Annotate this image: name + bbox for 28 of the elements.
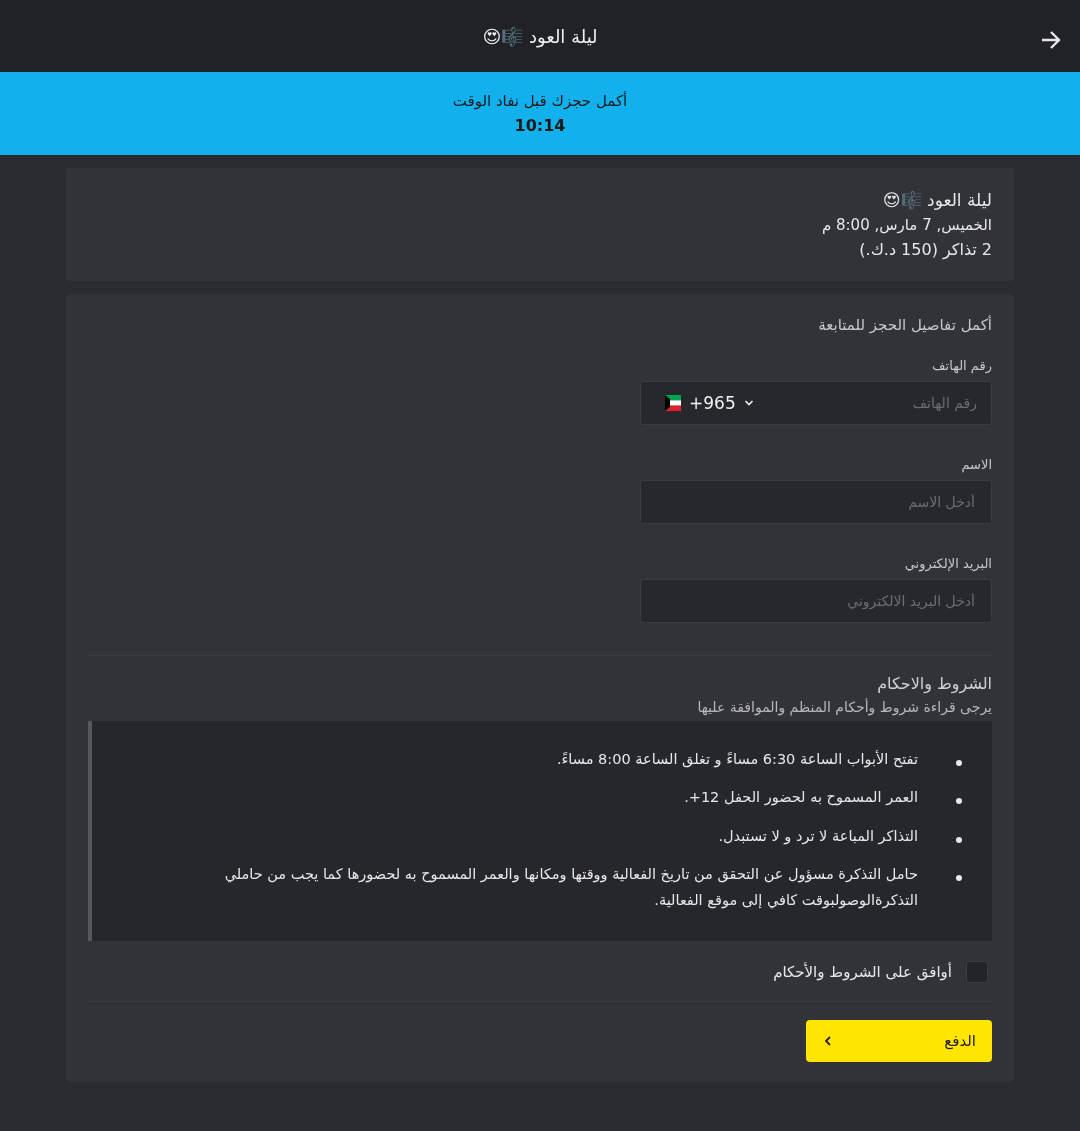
terms-item: العمر المسموح به لحضور الحفل 12+.: [684, 788, 918, 808]
terms-item: حامل التذكرة مسؤول عن التحقق من تاريخ الفعالية ووقتها ومكانها والعمر المسموح به لحضورها كما يجب من حاملي التذكرةالوصولبوقت كافي إلى موقع الفعالية.: [223, 865, 918, 911]
bullet-icon: [956, 798, 962, 805]
caret-icon: [743, 399, 754, 407]
agree-checkbox[interactable]: [966, 961, 988, 983]
field-label: رقم الهاتف: [932, 358, 992, 373]
agree-label: أوافق على الشروط والأحكام: [773, 963, 952, 981]
flag-icon: [665, 395, 681, 411]
bullet-icon: [956, 836, 962, 843]
terms-item: التذاكر المباعة لا ترد و لا تستبدل.: [718, 826, 918, 847]
form-heading: أكمل تفاصيل الحجز للمتابعة: [817, 316, 992, 334]
bullet-icon: [956, 760, 962, 766]
countdown-time: 10:14: [514, 116, 566, 135]
chevron-icon: [824, 1036, 832, 1046]
back-arrow-icon[interactable]: [1040, 30, 1062, 50]
page-title: ليلة العود 🎼😍: [482, 25, 598, 47]
timer-message: أكمل حجزك قبل نفاد الوقت: [452, 92, 628, 110]
event-title: ليلة العود 🎼😍: [881, 190, 992, 210]
terms-subtitle: يرجى قراءة شروط وأحكام المنظم والموافقة عليها: [697, 699, 992, 715]
event-date: الخميس, 7 مارس, 8:00 م: [820, 216, 992, 234]
pay-button[interactable]: الدفع: [806, 1020, 992, 1062]
field-label: البريد الإلكتروني: [904, 556, 992, 571]
terms-item: تفتح الأبواب الساعة 6:30 مساءً و تغلق الساعة 8:00 مساءً.: [556, 749, 918, 770]
ticket-summary: 2 تذاكر (150 د.ك.): [858, 240, 992, 259]
country-code-selector[interactable]: +965: [641, 393, 766, 413]
terms-title: الشروط والاحكام: [877, 674, 992, 693]
field-label: الاسم: [961, 457, 992, 472]
bullet-icon: [956, 875, 962, 882]
